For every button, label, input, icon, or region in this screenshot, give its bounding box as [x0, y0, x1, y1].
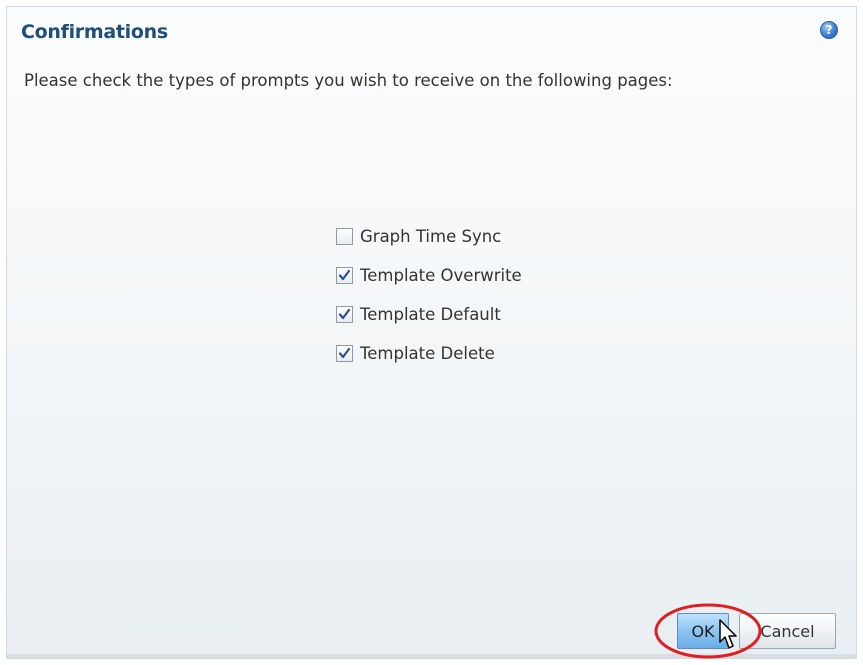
option-template-delete[interactable]: Template Delete: [336, 334, 522, 373]
confirmations-dialog: Confirmations ? Please check the types o…: [6, 6, 857, 659]
checkbox-template-default[interactable]: [336, 306, 353, 323]
checkmark-icon: [338, 347, 351, 359]
option-template-overwrite[interactable]: Template Overwrite: [336, 256, 522, 295]
option-label: Graph Time Sync: [360, 227, 502, 246]
option-label: Template Delete: [360, 344, 495, 363]
checkbox-template-delete[interactable]: [336, 345, 353, 362]
instructions-text: Please check the types of prompts you wi…: [24, 71, 673, 90]
footer-divider: [7, 654, 856, 658]
checkbox-template-overwrite[interactable]: [336, 267, 353, 284]
checkbox-graph-time-sync[interactable]: [336, 228, 353, 245]
checkmark-icon: [338, 308, 351, 320]
options-list: Graph Time Sync Template Overwrite Templ…: [336, 217, 522, 373]
cancel-button[interactable]: Cancel: [739, 613, 836, 649]
help-icon[interactable]: ?: [820, 21, 838, 39]
ok-button[interactable]: OK: [677, 613, 729, 649]
option-label: Template Overwrite: [360, 266, 522, 285]
checkmark-icon: [338, 269, 351, 281]
option-graph-time-sync[interactable]: Graph Time Sync: [336, 217, 522, 256]
option-label: Template Default: [360, 305, 501, 324]
dialog-title: Confirmations: [21, 21, 168, 43]
option-template-default[interactable]: Template Default: [336, 295, 522, 334]
